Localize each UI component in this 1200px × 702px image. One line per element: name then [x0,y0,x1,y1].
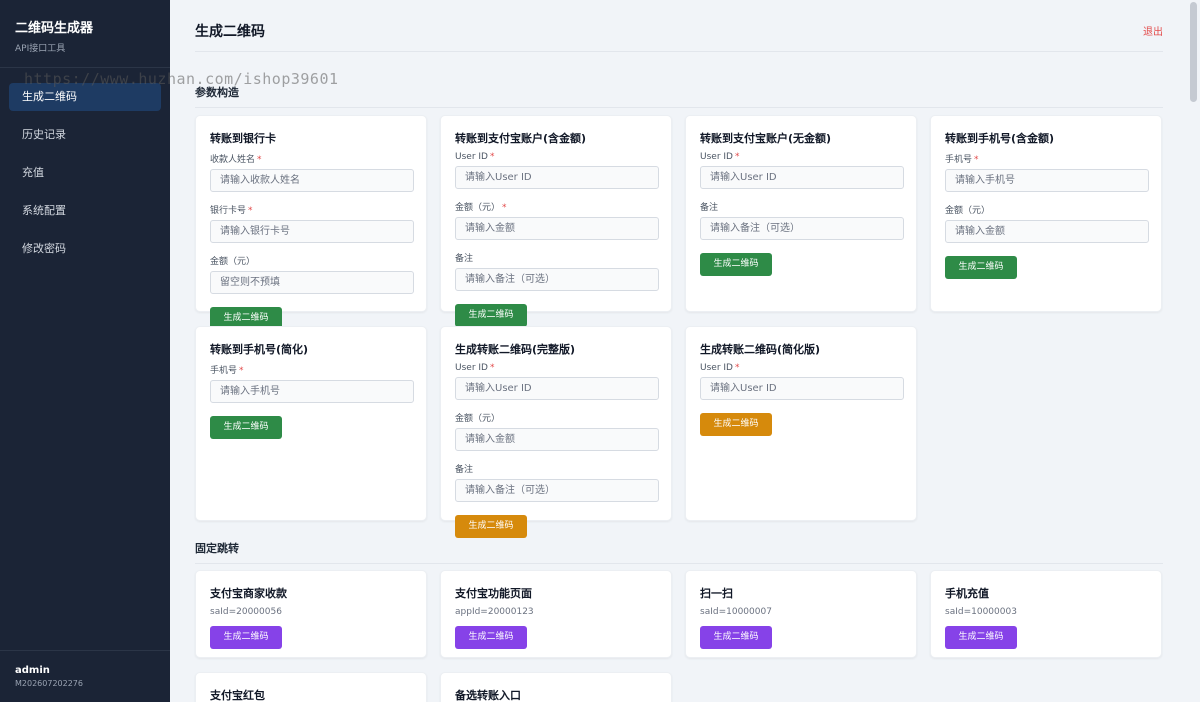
field-label: 备注 [455,465,474,475]
remark-input[interactable] [700,217,904,240]
sidebar-nav: 生成二维码 历史记录 充值 系统配置 修改密码 [0,68,170,263]
logout-link[interactable]: 退出 [1143,23,1163,38]
generate-qr-button[interactable]: 生成二维码 [700,626,772,649]
card-fixed-merchant: 支付宝商家收款 saId=20000056 生成二维码 [195,570,427,658]
field-label: 金额（元） [455,414,501,424]
field-label: User ID * [455,152,495,162]
card-transfer-simple: 生成转账二维码(简化版) User ID* 生成二维码 [685,326,917,521]
watermark-text: https://www.huzhan.com/ishop39601 [24,70,339,88]
main-content: 生成二维码 退出 参数构造 转账到银行卡 收款人姓名* 银行卡号* 金额（元） … [170,0,1186,702]
generate-qr-button[interactable]: 生成二维码 [210,626,282,649]
card-fixed-red-packet: 支付宝红包 [195,672,427,702]
card-fixed-phone-recharge: 手机充值 saId=10000003 生成二维码 [930,570,1162,658]
scrollbar[interactable] [1186,0,1200,702]
remark-input[interactable] [455,268,659,291]
generate-qr-button[interactable]: 生成二维码 [700,413,772,436]
fixed-param: saId=10000007 [700,607,772,617]
user-id: M202607202276 [15,679,83,688]
fixed-param: saId=20000056 [210,607,282,617]
card-title: 手机充值 [945,587,989,600]
user-id-input[interactable] [455,377,659,400]
phone-input[interactable] [945,169,1149,192]
generate-qr-button[interactable]: 生成二维码 [945,626,1017,649]
card-transfer-full: 生成转账二维码(完整版) User ID* 金额（元） 备注 生成二维码 [440,326,672,538]
generate-qr-button[interactable]: 生成二维码 [455,626,527,649]
card-fixed-scan: 扫一扫 saId=10000007 生成二维码 [685,570,917,658]
page-title: 生成二维码 [195,24,265,40]
card-title: 生成转账二维码(简化版) [700,343,821,356]
card-title: 扫一扫 [700,587,733,600]
field-label: 手机号 * [945,155,979,165]
card-title: 支付宝商家收款 [210,587,287,600]
card-title: 转账到手机号(简化) [210,343,309,356]
bank-card-input[interactable] [210,220,414,243]
topbar: 生成二维码 退出 [195,0,1163,52]
card-alipay-no-amount: 转账到支付宝账户(无金额) User ID* 备注 生成二维码 [685,115,917,312]
sidebar-item-recharge[interactable]: 充值 [9,159,161,187]
field-label: User ID * [700,363,740,373]
user-id-input[interactable] [700,377,904,400]
generate-qr-button[interactable]: 生成二维码 [210,416,282,439]
user-name: admin [15,665,50,676]
field-label: 收款人姓名 * [210,155,262,165]
card-title: 生成转账二维码(完整版) [455,343,576,356]
phone-input[interactable] [210,380,414,403]
brand-subtitle: API接口工具 [15,44,66,54]
card-title: 转账到支付宝账户(无金额) [700,132,832,145]
amount-input[interactable] [455,428,659,451]
card-title: 转账到支付宝账户(含金额) [455,132,587,145]
fixed-param: saId=10000003 [945,607,1017,617]
card-phone-with-amount: 转账到手机号(含金额) 手机号* 金额（元） 生成二维码 [930,115,1162,312]
user-box: admin M202607202276 [0,650,170,702]
card-title: 支付宝红包 [210,689,265,702]
amount-input[interactable] [455,217,659,240]
card-fixed-backup-transfer: 备选转账入口 [440,672,672,702]
field-label: 金额（元） [945,206,991,216]
user-id-input[interactable] [700,166,904,189]
generate-qr-button[interactable]: 生成二维码 [455,515,527,538]
sidebar: 二维码生成器 API接口工具 生成二维码 历史记录 充值 系统配置 修改密码 a… [0,0,170,702]
field-label: 手机号 * [210,366,244,376]
remark-input[interactable] [455,479,659,502]
card-phone-simple: 转账到手机号(简化) 手机号* 生成二维码 [195,326,427,521]
brand-title: 二维码生成器 [15,21,94,36]
sidebar-item-password[interactable]: 修改密码 [9,235,161,263]
sidebar-item-history[interactable]: 历史记录 [9,121,161,149]
generate-qr-button[interactable]: 生成二维码 [700,253,772,276]
field-label: 备注 [455,254,474,264]
field-label: 银行卡号 * [210,206,253,216]
field-label: 金额（元） [210,257,256,267]
card-fixed-function-page: 支付宝功能页面 appId=20000123 生成二维码 [440,570,672,658]
field-label: User ID * [455,363,495,373]
amount-input[interactable] [945,220,1149,243]
payee-name-input[interactable] [210,169,414,192]
card-title: 备选转账入口 [455,689,521,702]
section-title-params: 参数构造 [195,84,1163,108]
fixed-param: appId=20000123 [455,607,534,617]
generate-qr-button[interactable]: 生成二维码 [455,304,527,327]
section-title-fixed: 固定跳转 [195,540,1163,564]
amount-input[interactable] [210,271,414,294]
sidebar-item-settings[interactable]: 系统配置 [9,197,161,225]
card-bank-transfer: 转账到银行卡 收款人姓名* 银行卡号* 金额（元） 生成二维码 [195,115,427,330]
scrollbar-thumb[interactable] [1190,2,1197,102]
user-id-input[interactable] [455,166,659,189]
field-label: 金额（元） * [455,203,507,213]
brand: 二维码生成器 API接口工具 [0,0,170,68]
generate-qr-button[interactable]: 生成二维码 [945,256,1017,279]
card-title: 转账到银行卡 [210,132,276,145]
card-alipay-with-amount: 转账到支付宝账户(含金额) User ID* 金额（元）* 备注 生成二维码 [440,115,672,327]
field-label: 备注 [700,203,719,213]
field-label: User ID * [700,152,740,162]
card-title: 支付宝功能页面 [455,587,532,600]
card-title: 转账到手机号(含金额) [945,132,1055,145]
